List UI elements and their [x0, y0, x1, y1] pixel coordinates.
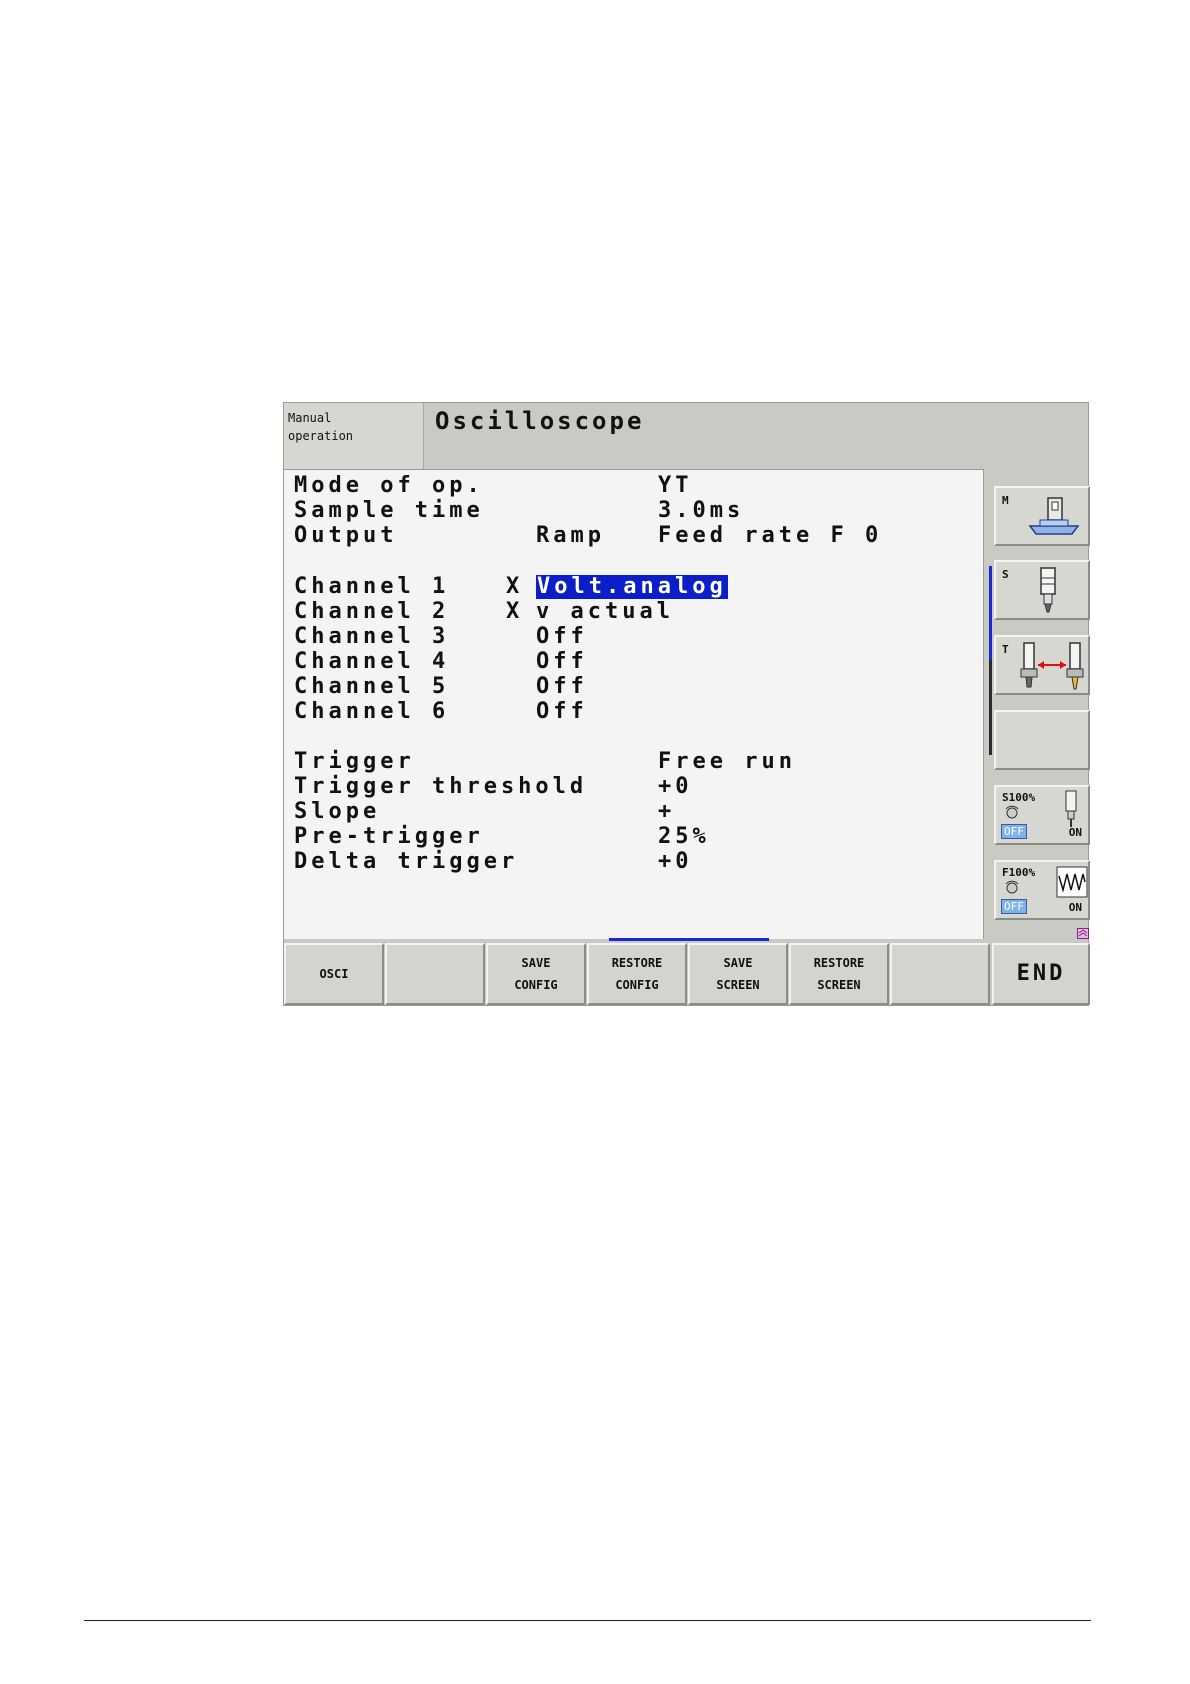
feed-override-on[interactable]: ON: [1069, 901, 1082, 914]
output-type[interactable]: Ramp: [536, 524, 605, 548]
feed-wave-icon: [1056, 866, 1088, 898]
m-function-button[interactable]: M: [994, 486, 1090, 546]
softkey-save-screen[interactable]: SAVE SCREEN: [688, 943, 788, 1005]
softkey-restore-config[interactable]: RESTORE CONFIG: [587, 943, 687, 1005]
slope-label: Slope: [294, 799, 381, 824]
delta-trigger-row[interactable]: Delta trigger +0: [294, 850, 689, 874]
mode-value[interactable]: YT: [658, 474, 693, 498]
oscilloscope-settings-panel: Mode of op. YT Sample time 3.0ms Output …: [284, 469, 984, 939]
output-label: Output: [294, 523, 398, 548]
softkey-end-label: END: [1016, 961, 1066, 986]
trigger-threshold-label: Trigger threshold: [294, 774, 588, 799]
page-title: Oscilloscope: [425, 403, 1088, 469]
softkey-save-screen-line2: SCREEN: [716, 978, 760, 992]
spindle-icon: [1040, 567, 1056, 613]
s-label: S: [1002, 568, 1009, 581]
channel-label: Channel 6: [294, 699, 450, 724]
mode-line-2: operation: [288, 429, 354, 443]
sample-time-value[interactable]: 3.0ms: [658, 499, 744, 523]
channel-value[interactable]: Off: [536, 625, 588, 649]
channel-value-selected[interactable]: Volt.analog: [536, 575, 728, 599]
softkey-save-config[interactable]: SAVE CONFIG: [486, 943, 586, 1005]
output-value[interactable]: Feed rate F 0: [658, 524, 882, 548]
output-row[interactable]: Output Ramp Feed rate F 0: [294, 523, 878, 548]
trigger-threshold-value[interactable]: +0: [658, 775, 693, 799]
trigger-threshold-row[interactable]: Trigger threshold +0: [294, 775, 689, 799]
softkey-empty-1[interactable]: [385, 943, 485, 1005]
page-footer-rule: [84, 1620, 1091, 1621]
softkey-save-config-line2: CONFIG: [514, 978, 558, 992]
m-label: M: [1002, 494, 1009, 507]
mode-row[interactable]: Mode of op. YT: [294, 474, 689, 498]
softkey-osci-label: OSCI: [319, 967, 349, 981]
channel-label: Channel 1: [294, 574, 450, 599]
trigger-label: Trigger: [294, 749, 415, 774]
spindle-override-label: S100%: [1002, 791, 1036, 804]
softkey-osci[interactable]: OSCI: [284, 943, 384, 1005]
machine-table-icon: [1028, 497, 1080, 535]
tnc-screen: Manual operation Oscilloscope Mode of op…: [283, 402, 1090, 1006]
pre-trigger-row[interactable]: Pre-trigger 25%: [294, 825, 706, 849]
operating-mode-label: Manual operation: [284, 403, 424, 469]
sample-time-label: Sample time: [294, 498, 484, 523]
vertical-softkey-bar: M S T S100% OFF ON F100% OFF ON: [989, 469, 1090, 939]
override-knob-icon: [1005, 880, 1019, 894]
channel-value[interactable]: Off: [536, 700, 588, 724]
mode-line-1: Manual: [288, 411, 332, 425]
channel-label: Channel 2: [294, 599, 450, 624]
channel-marker: X: [506, 599, 524, 624]
override-knob-icon: [1005, 805, 1019, 819]
delta-trigger-label: Delta trigger: [294, 849, 519, 874]
softkey-switch-icon[interactable]: [1077, 928, 1089, 939]
channel-marker: X: [506, 574, 524, 599]
channel-value[interactable]: Off: [536, 650, 588, 674]
delta-trigger-value[interactable]: +0: [658, 850, 693, 874]
softkey-restore-screen-line1: RESTORE: [813, 956, 865, 970]
softkey-save-screen-line1: SAVE: [723, 956, 753, 970]
sample-time-row[interactable]: Sample time 3.0ms: [294, 499, 740, 523]
pre-trigger-label: Pre-trigger: [294, 824, 484, 849]
softkey-end[interactable]: END: [992, 943, 1090, 1005]
feed-override-label: F100%: [1002, 866, 1036, 879]
spindle-override-off[interactable]: OFF: [1001, 824, 1027, 839]
pre-trigger-value[interactable]: 25%: [658, 825, 710, 849]
spindle-small-icon: [1065, 790, 1077, 827]
empty-side-button[interactable]: [994, 710, 1090, 770]
softkey-row-indicator: [609, 938, 769, 941]
feed-override-button[interactable]: F100% OFF ON: [994, 860, 1090, 920]
channel-label: Channel 5: [294, 674, 450, 699]
scroll-indicator: [989, 566, 992, 660]
spindle-override-button[interactable]: S100% OFF ON: [994, 785, 1090, 845]
tool-change-icon: [1020, 642, 1084, 690]
channel-value[interactable]: Off: [536, 675, 588, 699]
s-spindle-button[interactable]: S: [994, 560, 1090, 620]
feed-override-off[interactable]: OFF: [1001, 899, 1027, 914]
softkey-restore-screen-line2: SCREEN: [817, 978, 861, 992]
channel-label: Channel 3: [294, 624, 450, 649]
softkey-restore-screen[interactable]: RESTORE SCREEN: [789, 943, 889, 1005]
channel-value[interactable]: v actual: [536, 600, 674, 624]
softkey-restore-config-line1: RESTORE: [611, 956, 663, 970]
softkey-empty-2[interactable]: [890, 943, 990, 1005]
channel-label: Channel 4: [294, 649, 450, 674]
t-tool-button[interactable]: T: [994, 635, 1090, 695]
spindle-override-on[interactable]: ON: [1069, 826, 1082, 839]
mode-label: Mode of op.: [294, 473, 484, 498]
horizontal-softkey-bar: OSCI SAVE CONFIG RESTORE CONFIG SAVE SCREEN…: [284, 943, 1090, 1006]
trigger-row[interactable]: Trigger Free run: [294, 750, 792, 774]
t-label: T: [1002, 643, 1009, 656]
slope-row[interactable]: Slope +: [294, 799, 671, 824]
softkey-save-config-line1: SAVE: [521, 956, 551, 970]
trigger-value[interactable]: Free run: [658, 750, 796, 774]
scroll-track: [989, 660, 992, 755]
softkey-restore-config-line2: CONFIG: [615, 978, 659, 992]
slope-value[interactable]: +: [658, 800, 675, 824]
